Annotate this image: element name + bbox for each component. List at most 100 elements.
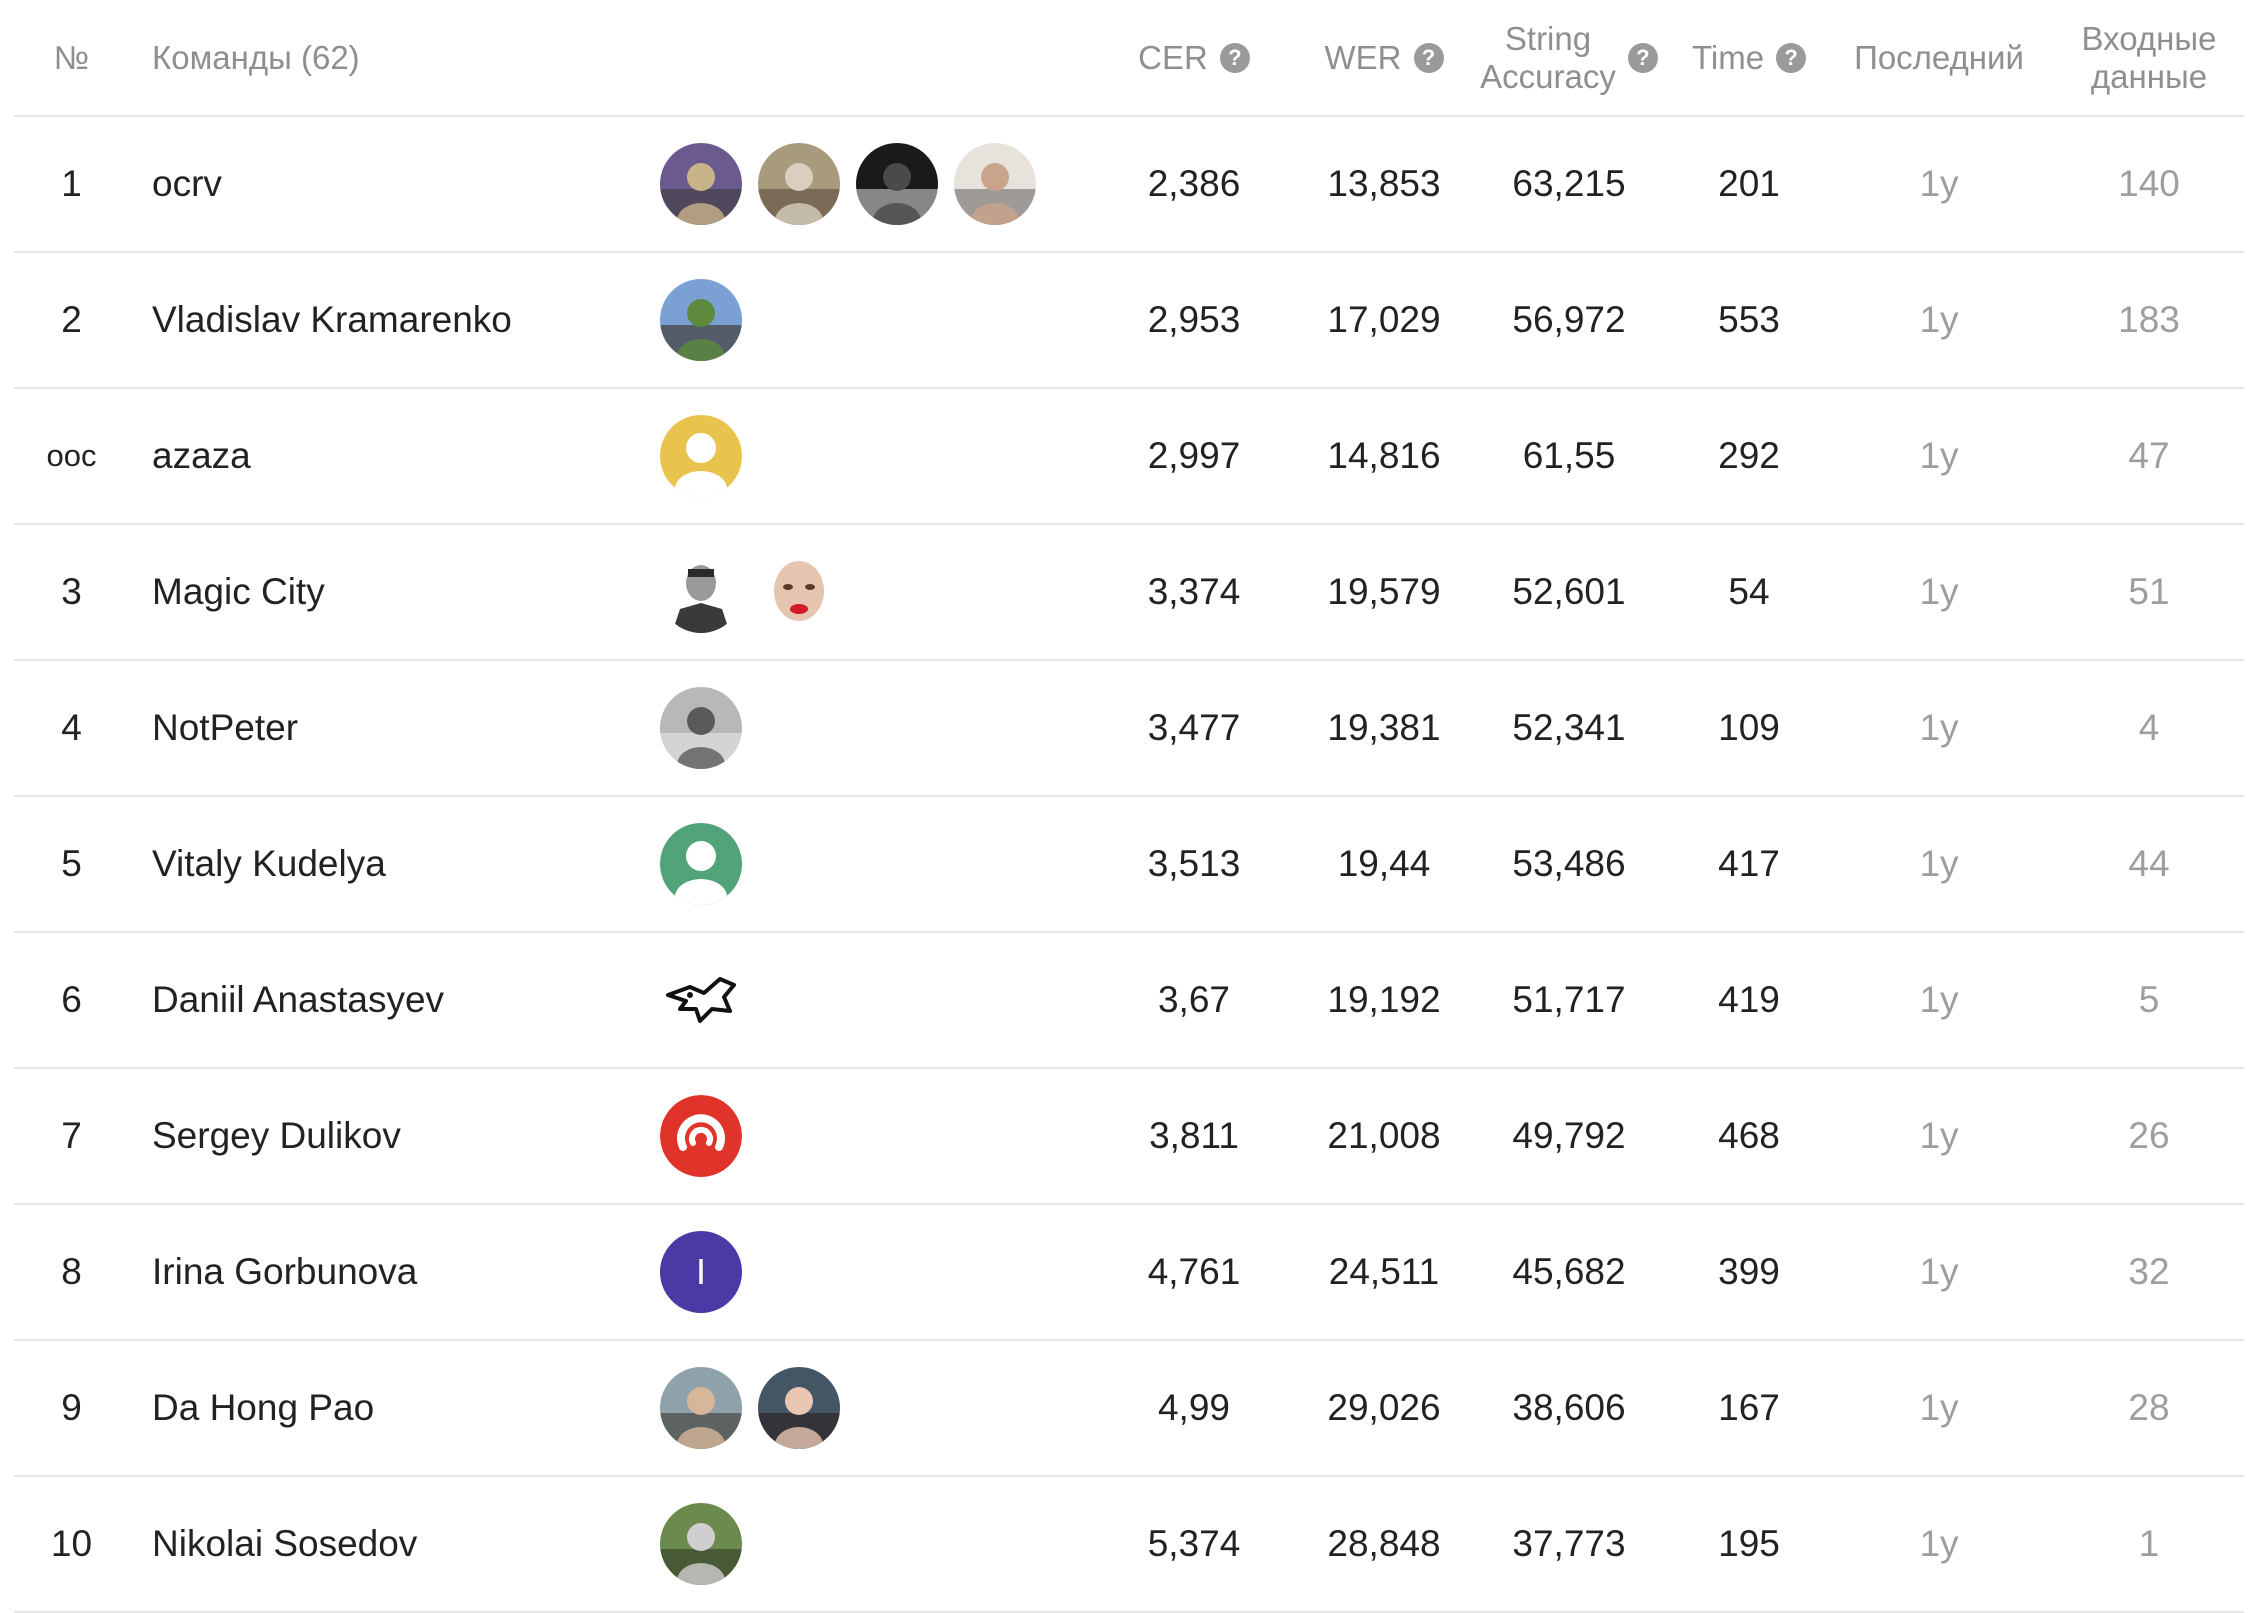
time-cell: 201: [1654, 117, 1844, 251]
avatar-photo-icon[interactable]: [758, 143, 840, 225]
last-value: 1y: [1919, 979, 1959, 1020]
table-row[interactable]: 1 ocrv 2,386 13,853 63,215 201 1y 140: [14, 117, 2244, 253]
rank-value: ooc: [46, 438, 97, 473]
avatar-photo-icon[interactable]: [660, 1503, 742, 1585]
team-name-link[interactable]: azaza: [152, 435, 251, 477]
help-icon[interactable]: ?: [1776, 42, 1807, 73]
team-cell: Magic City: [152, 525, 652, 659]
time-value: 195: [1718, 1523, 1780, 1564]
last-value: 1y: [1919, 843, 1959, 884]
team-name-link[interactable]: Vladislav Kramarenko: [152, 299, 512, 341]
avatar-photo-icon[interactable]: [660, 687, 742, 769]
time-value: 468: [1718, 1115, 1780, 1156]
time-value: 399: [1718, 1251, 1780, 1292]
cer-value: 5,374: [1147, 1523, 1241, 1564]
last-column-header[interactable]: Последний: [1834, 0, 2044, 115]
cer-value: 4,761: [1147, 1251, 1241, 1292]
time-cell: 419: [1654, 933, 1844, 1067]
time-value: 553: [1718, 299, 1780, 340]
teams-header-label: Команды (62): [152, 38, 360, 76]
input-count-value: 140: [2118, 163, 2180, 204]
team-name-link[interactable]: NotPeter: [152, 707, 298, 749]
table-row[interactable]: 9 Da Hong Pao 4,99 29,026 38,606 167 1y …: [14, 1341, 2244, 1477]
table-row[interactable]: 3 Magic City 3,374 19,579 52,601 54 1y 5…: [14, 525, 2244, 661]
wer-value: 14,816: [1327, 435, 1441, 476]
members-cell: [660, 1477, 1060, 1611]
input-column-header[interactable]: Входные данные: [2054, 0, 2244, 115]
cer-value: 2,953: [1147, 299, 1241, 340]
table-row[interactable]: 5 Vitaly Kudelya 3,513 19,44 53,486 417 …: [14, 797, 2244, 933]
avatar-photo-icon[interactable]: [856, 143, 938, 225]
last-cell: 1y: [1834, 1205, 2044, 1339]
member-avatars: [660, 1095, 742, 1177]
team-cell: Vladislav Kramarenko: [152, 253, 652, 387]
table-row[interactable]: ooc azaza 2,997 14,816 61,55 292 1y 47: [14, 389, 2244, 525]
table-row[interactable]: 2 Vladislav Kramarenko 2,953 17,029 56,9…: [14, 253, 2244, 389]
accuracy-value: 52,341: [1512, 707, 1626, 748]
rank-value: 2: [61, 299, 82, 340]
input-count-value: 5: [2138, 979, 2160, 1020]
team-name-link[interactable]: Magic City: [152, 571, 325, 613]
input-header-line1: Входные: [2081, 19, 2217, 57]
time-cell: 553: [1654, 253, 1844, 387]
table-row[interactable]: 8 Irina Gorbunova I 4,761 24,511 45,682 …: [14, 1205, 2244, 1341]
team-name-link[interactable]: Nikolai Sosedov: [152, 1523, 417, 1565]
team-name-link[interactable]: Sergey Dulikov: [152, 1115, 401, 1157]
avatar-photo-icon[interactable]: [758, 1367, 840, 1449]
input-cell: 51: [2054, 525, 2244, 659]
team-name-link[interactable]: Irina Gorbunova: [152, 1251, 417, 1293]
last-header-label: Последний: [1854, 38, 2024, 76]
team-cell: Da Hong Pao: [152, 1341, 652, 1475]
cer-value: 3,67: [1157, 979, 1230, 1020]
bird-icon[interactable]: [660, 959, 742, 1041]
avatar-photo-icon[interactable]: [660, 279, 742, 361]
input-cell: 47: [2054, 389, 2244, 523]
rank-cell: 8: [14, 1205, 129, 1339]
team-cell: NotPeter: [152, 661, 652, 795]
time-value: 419: [1718, 979, 1780, 1020]
avatar-photo-icon[interactable]: [660, 1367, 742, 1449]
default-user-icon[interactable]: [660, 823, 742, 905]
rank-value: 7: [61, 1115, 82, 1156]
last-value: 1y: [1919, 299, 1959, 340]
last-value: 1y: [1919, 435, 1959, 476]
table-row[interactable]: 4 NotPeter 3,477 19,381 52,341 109 1y 4: [14, 661, 2244, 797]
time-value: 54: [1728, 571, 1770, 612]
last-value: 1y: [1919, 707, 1959, 748]
default-user-icon[interactable]: [660, 415, 742, 497]
members-cell: [660, 117, 1060, 251]
time-column-header[interactable]: Time ?: [1654, 0, 1844, 115]
portrait-icon[interactable]: [660, 551, 742, 633]
team-name-link[interactable]: Da Hong Pao: [152, 1387, 374, 1429]
members-cell: I: [660, 1205, 1060, 1339]
avatar-photo-icon[interactable]: [660, 143, 742, 225]
teams-column-header[interactable]: Команды (62): [152, 0, 652, 115]
table-row[interactable]: 10 Nikolai Sosedov 5,374 28,848 37,773 1…: [14, 1477, 2244, 1613]
avatar-photo-icon[interactable]: [954, 143, 1036, 225]
table-row[interactable]: 7 Sergey Dulikov 3,811 21,008 49,792 468…: [14, 1069, 2244, 1205]
last-cell: 1y: [1834, 933, 2044, 1067]
rank-cell: 2: [14, 253, 129, 387]
table-row[interactable]: 6 Daniil Anastasyev 3,67 19,192 51,717 4…: [14, 933, 2244, 1069]
red-logo-icon[interactable]: [660, 1095, 742, 1177]
team-name-link[interactable]: Daniil Anastasyev: [152, 979, 444, 1021]
letter-avatar[interactable]: I: [660, 1231, 742, 1313]
help-icon[interactable]: ?: [1219, 42, 1250, 73]
team-name-link[interactable]: Vitaly Kudelya: [152, 843, 386, 885]
time-cell: 292: [1654, 389, 1844, 523]
team-name-link[interactable]: ocrv: [152, 163, 222, 205]
time-header-label: Time: [1691, 38, 1765, 76]
members-cell: [660, 797, 1060, 931]
accuracy-value: 53,486: [1512, 843, 1626, 884]
clown-face-icon[interactable]: [758, 551, 840, 633]
wer-value: 19,192: [1327, 979, 1441, 1020]
table-body: 1 ocrv 2,386 13,853 63,215 201 1y 140 2 …: [14, 117, 2244, 1613]
time-cell: 399: [1654, 1205, 1844, 1339]
time-cell: 195: [1654, 1477, 1844, 1611]
time-cell: 468: [1654, 1069, 1844, 1203]
rank-column-header: №: [14, 0, 129, 115]
input-cell: 140: [2054, 117, 2244, 251]
cer-header-label: CER: [1138, 38, 1208, 76]
input-cell: 32: [2054, 1205, 2244, 1339]
accuracy-value: 56,972: [1512, 299, 1626, 340]
